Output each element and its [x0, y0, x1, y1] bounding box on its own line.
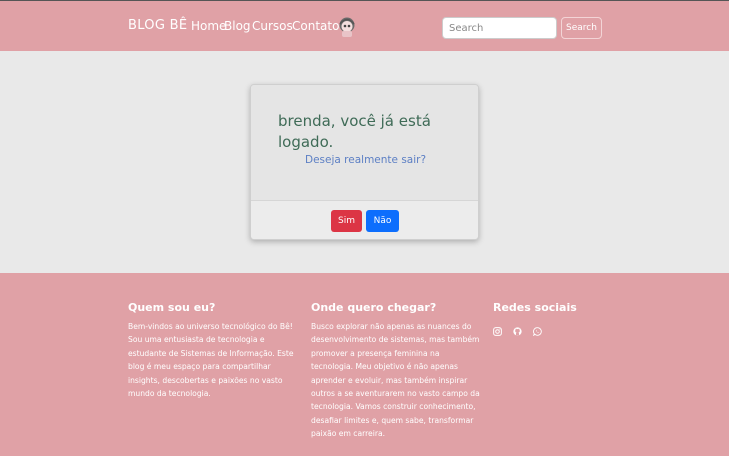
logged-in-message: brenda, você já está logado.	[278, 112, 431, 151]
footer-about: Quem sou eu? Bem-vindos ao universo tecn…	[128, 301, 300, 400]
github-icon[interactable]	[513, 321, 522, 336]
footer-goal: Onde quero chegar? Busco explorar não ap…	[311, 301, 483, 441]
instagram-icon[interactable]	[493, 321, 502, 336]
cancel-logout-button[interactable]: Não	[366, 210, 399, 232]
footer-social: Redes sociais	[493, 301, 613, 320]
main-section: brenda, você já está logado. Deseja real…	[0, 51, 729, 273]
nav-link-contato[interactable]: Contato	[292, 19, 339, 33]
goal-text: Busco explorar não apenas as nuances do …	[311, 322, 480, 439]
avatar-icon[interactable]	[338, 16, 356, 38]
about-text: Bem-vindos ao universo tecnológico do Bê…	[128, 322, 294, 399]
social-heading: Redes sociais	[493, 301, 577, 314]
nav-link-cursos[interactable]: Cursos	[252, 19, 293, 33]
card-body: brenda, você já está logado. Deseja real…	[251, 85, 478, 200]
card-footer: Sim Não	[251, 200, 478, 239]
brand-logo[interactable]: BLOG BÊ	[128, 18, 187, 33]
logout-card: brenda, você já está logado. Deseja real…	[250, 84, 479, 240]
nav-link-home[interactable]: Home	[191, 19, 226, 33]
nav-link-blog[interactable]: Blog	[224, 19, 251, 33]
search-input[interactable]	[442, 17, 557, 39]
footer: Quem sou eu? Bem-vindos ao universo tecn…	[0, 273, 729, 456]
whatsapp-icon[interactable]	[532, 321, 542, 337]
logout-question-link[interactable]: Deseja realmente sair?	[305, 154, 426, 166]
confirm-logout-button[interactable]: Sim	[331, 210, 362, 232]
navbar: BLOG BÊ Home Blog Cursos Contato Search	[0, 1, 729, 51]
goal-heading: Onde quero chegar?	[311, 301, 437, 314]
search-button[interactable]: Search	[561, 17, 602, 39]
about-heading: Quem sou eu?	[128, 301, 216, 314]
